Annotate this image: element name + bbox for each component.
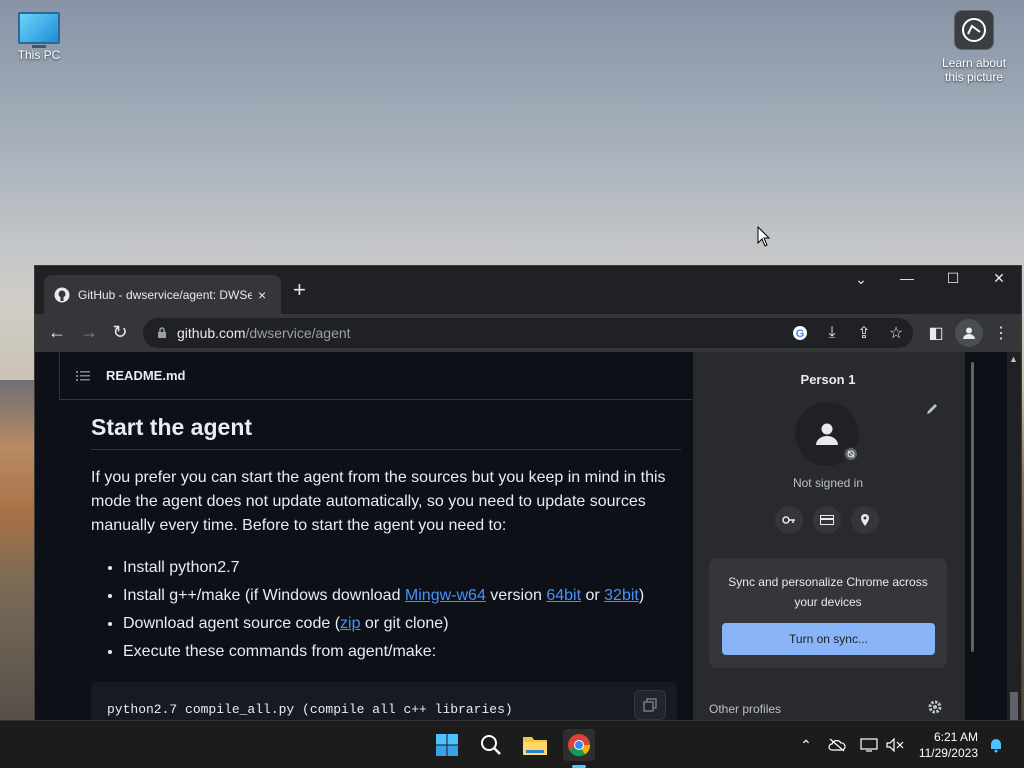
readme-header: README.md <box>59 352 692 400</box>
profile-menu-panel: Person 1 Not signed in Sync and personal… <box>693 352 974 720</box>
address-bar[interactable]: github.com/dwservice/agent G ⤓ ⇪ ☆ <box>143 318 913 348</box>
back-arrow-icon[interactable]: ← <box>45 322 69 342</box>
clock-time: 6:21 AM <box>933 730 978 744</box>
windows-taskbar: ⌃ 6:21 AM 11/29/2023 <box>0 720 1024 768</box>
close-button[interactable]: ✕ <box>984 270 1014 287</box>
this-pc-label: This PC <box>17 48 61 62</box>
turn-on-sync-button[interactable]: Turn on sync... <box>722 623 935 655</box>
mingw-link[interactable]: Mingw-w64 <box>405 587 486 604</box>
onedrive-cloud-icon[interactable] <box>828 736 846 754</box>
other-profiles-label: Other profiles <box>709 702 782 716</box>
profile-name: Person 1 <box>800 372 856 387</box>
intro-paragraph: If you prefer you can start the agent fr… <box>91 469 666 534</box>
side-panel-icon[interactable]: ◧ <box>926 323 946 343</box>
scroll-up-arrow-icon[interactable]: ▲ <box>1009 354 1018 364</box>
item-text: or <box>581 587 605 604</box>
notification-bell-icon[interactable] <box>987 736 1005 754</box>
zip-link[interactable]: zip <box>340 615 360 632</box>
payment-card-icon[interactable] <box>813 506 841 534</box>
maximize-button[interactable]: ☐ <box>938 270 968 287</box>
32bit-link[interactable]: 32bit <box>604 587 639 604</box>
google-lens-icon[interactable]: G <box>791 324 809 342</box>
bookmark-star-icon[interactable]: ☆ <box>887 324 905 342</box>
tab-title: GitHub - dwservice/agent: DWSe <box>78 287 252 302</box>
pencil-edit-icon[interactable] <box>925 402 939 416</box>
system-clock[interactable]: 6:21 AM 11/29/2023 <box>912 729 978 761</box>
url-path: /dwservice/agent <box>245 325 351 341</box>
page-content: README.md Start the agent If you prefer … <box>35 352 1021 720</box>
search-icon[interactable] <box>475 729 507 761</box>
person-icon <box>963 327 975 339</box>
reload-icon[interactable]: ↻ <box>108 322 132 342</box>
kebab-menu-icon[interactable]: ⋮ <box>991 323 1011 343</box>
item-text: Download agent source code ( <box>123 615 341 632</box>
sign-in-status: Not signed in <box>792 476 864 490</box>
desktop-icon-learn-about-picture[interactable]: Learn about this picture <box>938 10 1010 84</box>
volume-muted-icon[interactable] <box>886 736 904 754</box>
computer-icon <box>18 12 60 48</box>
forward-arrow-icon[interactable]: → <box>77 322 101 342</box>
copy-button[interactable] <box>634 690 666 720</box>
new-tab-button[interactable]: + <box>293 279 306 301</box>
learn-label-line1: Learn about <box>941 56 1007 70</box>
code-line: python2.7 compile_all.py (compile all c+… <box>107 702 513 717</box>
readme-filename: README.md <box>106 368 186 383</box>
browser-toolbar: ← → ↻ github.com/dwservice/agent G ⤓ ⇪ ☆… <box>35 314 1021 352</box>
tab-github[interactable]: GitHub - dwservice/agent: DWSe × <box>44 275 281 314</box>
lock-icon <box>158 327 166 338</box>
item-text: or git clone) <box>360 615 449 632</box>
list-outline-icon[interactable] <box>76 370 90 382</box>
list-item: Install python2.7 <box>123 554 681 582</box>
passwords-key-icon[interactable] <box>775 506 803 534</box>
requirements-list: Install python2.7 Install g++/make (if W… <box>91 554 681 666</box>
section-heading: Start the agent <box>91 414 681 450</box>
svg-text:G: G <box>796 328 805 340</box>
copy-icon <box>643 698 657 712</box>
learn-label-line2: this picture <box>944 70 1004 84</box>
chrome-window: GitHub - dwservice/agent: DWSe × + ⌄ — ☐… <box>34 265 1022 720</box>
panel-scrollbar[interactable] <box>971 362 974 652</box>
title-bar: GitHub - dwservice/agent: DWSe × + ⌄ — ☐… <box>35 266 1021 314</box>
item-text: ) <box>638 587 645 604</box>
minimize-button[interactable]: — <box>892 270 922 286</box>
location-pin-icon[interactable] <box>851 506 879 534</box>
desktop-wallpaper-strip <box>0 380 36 720</box>
url-text: github.com/dwservice/agent <box>177 325 351 341</box>
item-text: version <box>485 587 547 604</box>
list-item: Download agent source code (zip or git c… <box>123 610 681 638</box>
desktop-icon-this-pc[interactable]: This PC <box>3 10 75 62</box>
page-scrollbar[interactable] <box>1007 352 1021 720</box>
sync-off-badge-icon <box>843 446 859 462</box>
install-app-icon[interactable]: ⤓ <box>823 324 841 342</box>
64bit-link[interactable]: 64bit <box>546 587 581 604</box>
tab-search-chevron-icon[interactable]: ⌄ <box>846 271 876 288</box>
sync-description: Sync and personalize Chrome across your … <box>728 575 928 609</box>
camera-icon <box>954 10 994 50</box>
chrome-taskbar-icon[interactable] <box>563 729 595 761</box>
mouse-cursor-icon <box>757 226 771 247</box>
person-icon <box>816 423 838 445</box>
list-item: Execute these commands from agent/make: <box>123 638 681 666</box>
chevron-up-icon[interactable]: ⌃ <box>797 736 815 754</box>
github-icon <box>54 287 70 302</box>
network-monitor-icon[interactable] <box>860 736 878 754</box>
windows-start-icon[interactable] <box>431 729 463 761</box>
sync-promo-card: Sync and personalize Chrome across your … <box>709 558 947 668</box>
gear-icon[interactable] <box>927 699 943 715</box>
list-item: Install g++/make (if Windows download Mi… <box>123 582 681 610</box>
share-icon[interactable]: ⇪ <box>855 324 873 342</box>
file-explorer-icon[interactable] <box>519 729 551 761</box>
profile-avatar-button[interactable] <box>955 319 983 347</box>
markdown-body: Start the agent If you prefer you can st… <box>91 414 681 666</box>
tab-close-button[interactable]: × <box>258 287 266 303</box>
page-scrollbar-thumb[interactable] <box>1010 692 1018 720</box>
clock-date: 11/29/2023 <box>918 746 978 760</box>
url-host: github.com <box>177 325 246 341</box>
code-block: python2.7 compile_all.py (compile all c+… <box>91 682 677 720</box>
item-text: Install g++/make (if Windows download <box>123 587 405 604</box>
